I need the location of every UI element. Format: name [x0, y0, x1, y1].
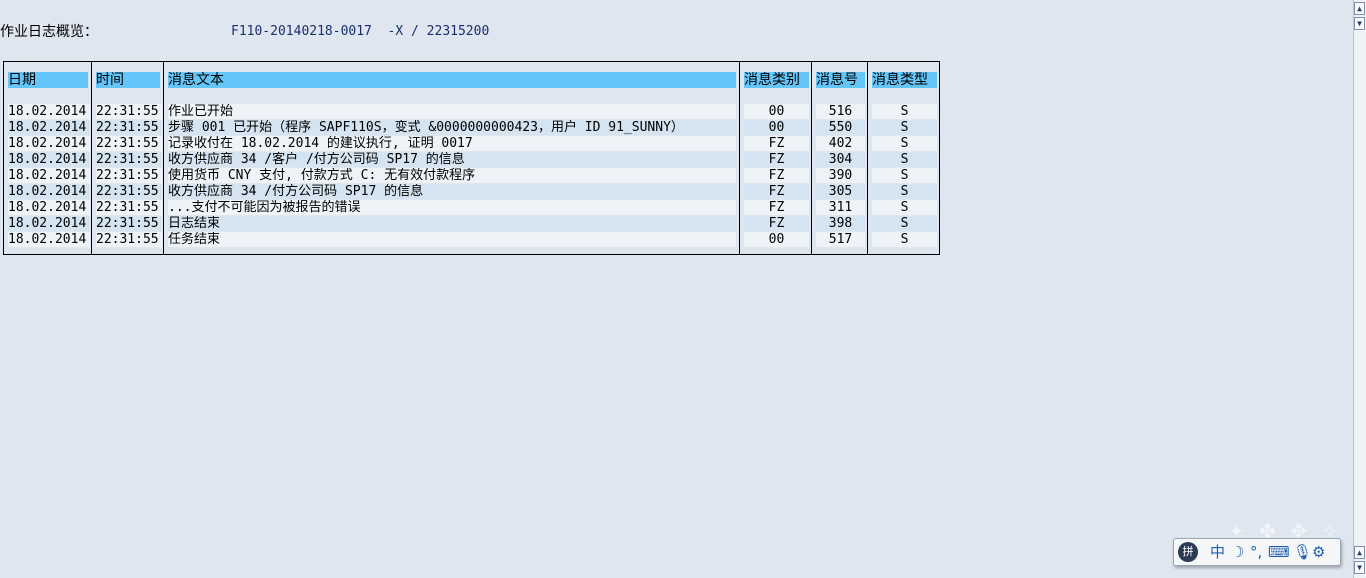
- moon-icon[interactable]: ☽: [1231, 543, 1244, 561]
- log-overview-header: 作业日志概览： F110-20140218-0017 -X / 22315200: [0, 23, 489, 41]
- column-header-date[interactable]: 日期: [8, 72, 88, 88]
- cell-message-text: 收方供应商 34 /付方公司码 SP17 的信息: [168, 184, 736, 199]
- cell-message-class: 00: [744, 120, 809, 135]
- cell-message-class: FZ: [744, 152, 809, 167]
- cell-date: 18.02.2014: [8, 232, 90, 247]
- cell-message-number: 517: [816, 232, 865, 247]
- cell-message-class: FZ: [744, 184, 809, 199]
- column-divider: [739, 62, 740, 254]
- cell-message-type: S: [872, 200, 937, 215]
- cell-message-text: 任务结束: [168, 232, 736, 247]
- punctuation-icon[interactable]: °,: [1250, 543, 1262, 561]
- cell-message-class: 00: [744, 104, 809, 119]
- cell-message-text: 使用货币 CNY 支付, 付款方式 C: 无有效付款程序: [168, 168, 736, 183]
- cell-time: 22:31:55: [96, 216, 162, 231]
- cell-message-type: S: [872, 232, 937, 247]
- cell-date: 18.02.2014: [8, 120, 90, 135]
- cell-date: 18.02.2014: [8, 216, 90, 231]
- column-header-message-number[interactable]: 消息号: [816, 72, 865, 88]
- cell-time: 22:31:55: [96, 120, 162, 135]
- cell-date: 18.02.2014: [8, 184, 90, 199]
- column-header-message-class[interactable]: 消息类别: [744, 72, 809, 88]
- cell-time: 22:31:55: [96, 152, 162, 167]
- cell-message-class: FZ: [744, 216, 809, 231]
- cell-message-type: S: [872, 168, 937, 183]
- cell-date: 18.02.2014: [8, 104, 90, 119]
- cell-message-type: S: [872, 152, 937, 167]
- column-header-message-type[interactable]: 消息类型: [872, 72, 937, 88]
- job-log-table: 日期 时间 消息文本 消息类别 消息号 消息类型 18.02.2014 22:31…: [3, 61, 940, 255]
- cell-message-number: 305: [816, 184, 865, 199]
- cell-time: 22:31:55: [96, 232, 162, 247]
- cell-message-type: S: [872, 120, 937, 135]
- arrow-down-icon[interactable]: ▼: [1354, 561, 1365, 574]
- cell-message-text: 日志结束: [168, 216, 736, 231]
- cell-message-number: 311: [816, 200, 865, 215]
- cell-date: 18.02.2014: [8, 200, 90, 215]
- microphone-icon[interactable]: 🎙: [1293, 543, 1312, 561]
- cell-message-type: S: [872, 184, 937, 199]
- cell-message-number: 398: [816, 216, 865, 231]
- cell-message-number: 516: [816, 104, 865, 119]
- cell-message-text: 作业已开始: [168, 104, 736, 119]
- vertical-scrollbar[interactable]: ▲ ▼ ▲ ▼: [1353, 0, 1366, 578]
- cell-date: 18.02.2014: [8, 136, 90, 151]
- cell-message-text: 收方供应商 34 /客户 /付方公司码 SP17 的信息: [168, 152, 736, 167]
- cell-time: 22:31:55: [96, 200, 162, 215]
- ime-logo-icon[interactable]: 拼: [1178, 542, 1198, 562]
- cell-message-number: 390: [816, 168, 865, 183]
- arrow-down-icon[interactable]: ▼: [1354, 17, 1365, 30]
- cell-time: 22:31:55: [96, 104, 162, 119]
- cell-message-class: FZ: [744, 136, 809, 151]
- cell-message-type: S: [872, 216, 937, 231]
- ime-toolbar[interactable]: 拼 中 ☽ °, ⌨ 🎙 ⚙: [1173, 538, 1341, 566]
- column-divider: [91, 62, 92, 254]
- column-divider: [811, 62, 812, 254]
- cell-message-text: 记录收付在 18.02.2014 的建议执行, 证明 0017: [168, 136, 736, 151]
- column-divider: [163, 62, 164, 254]
- keyboard-icon[interactable]: ⌨: [1268, 543, 1290, 561]
- cell-time: 22:31:55: [96, 168, 162, 183]
- cell-time: 22:31:55: [96, 136, 162, 151]
- job-identifier: F110-20140218-0017 -X / 22315200: [231, 24, 490, 39]
- cell-date: 18.02.2014: [8, 168, 90, 183]
- cell-message-class: 00: [744, 232, 809, 247]
- cell-message-text: ...支付不可能因为被报告的错误: [168, 200, 736, 215]
- cell-message-number: 550: [816, 120, 865, 135]
- cell-date: 18.02.2014: [8, 152, 90, 167]
- cell-message-type: S: [872, 104, 937, 119]
- column-header-time[interactable]: 时间: [96, 72, 160, 88]
- column-header-message-text[interactable]: 消息文本: [168, 72, 736, 88]
- cell-message-number: 304: [816, 152, 865, 167]
- header-label: 作业日志概览：: [0, 24, 98, 40]
- gear-icon[interactable]: ⚙: [1312, 543, 1325, 561]
- column-divider: [867, 62, 868, 254]
- ime-mode-button[interactable]: 中: [1210, 543, 1225, 561]
- cell-message-type: S: [872, 136, 937, 151]
- cell-message-class: FZ: [744, 168, 809, 183]
- arrow-up-icon[interactable]: ▲: [1354, 2, 1365, 15]
- cell-time: 22:31:55: [96, 184, 162, 199]
- arrow-up-icon[interactable]: ▲: [1354, 546, 1365, 559]
- cell-message-class: FZ: [744, 200, 809, 215]
- cell-message-number: 402: [816, 136, 865, 151]
- cell-message-text: 步骤 001 已开始（程序 SAPF110S，变式 &0000000000423…: [168, 120, 736, 135]
